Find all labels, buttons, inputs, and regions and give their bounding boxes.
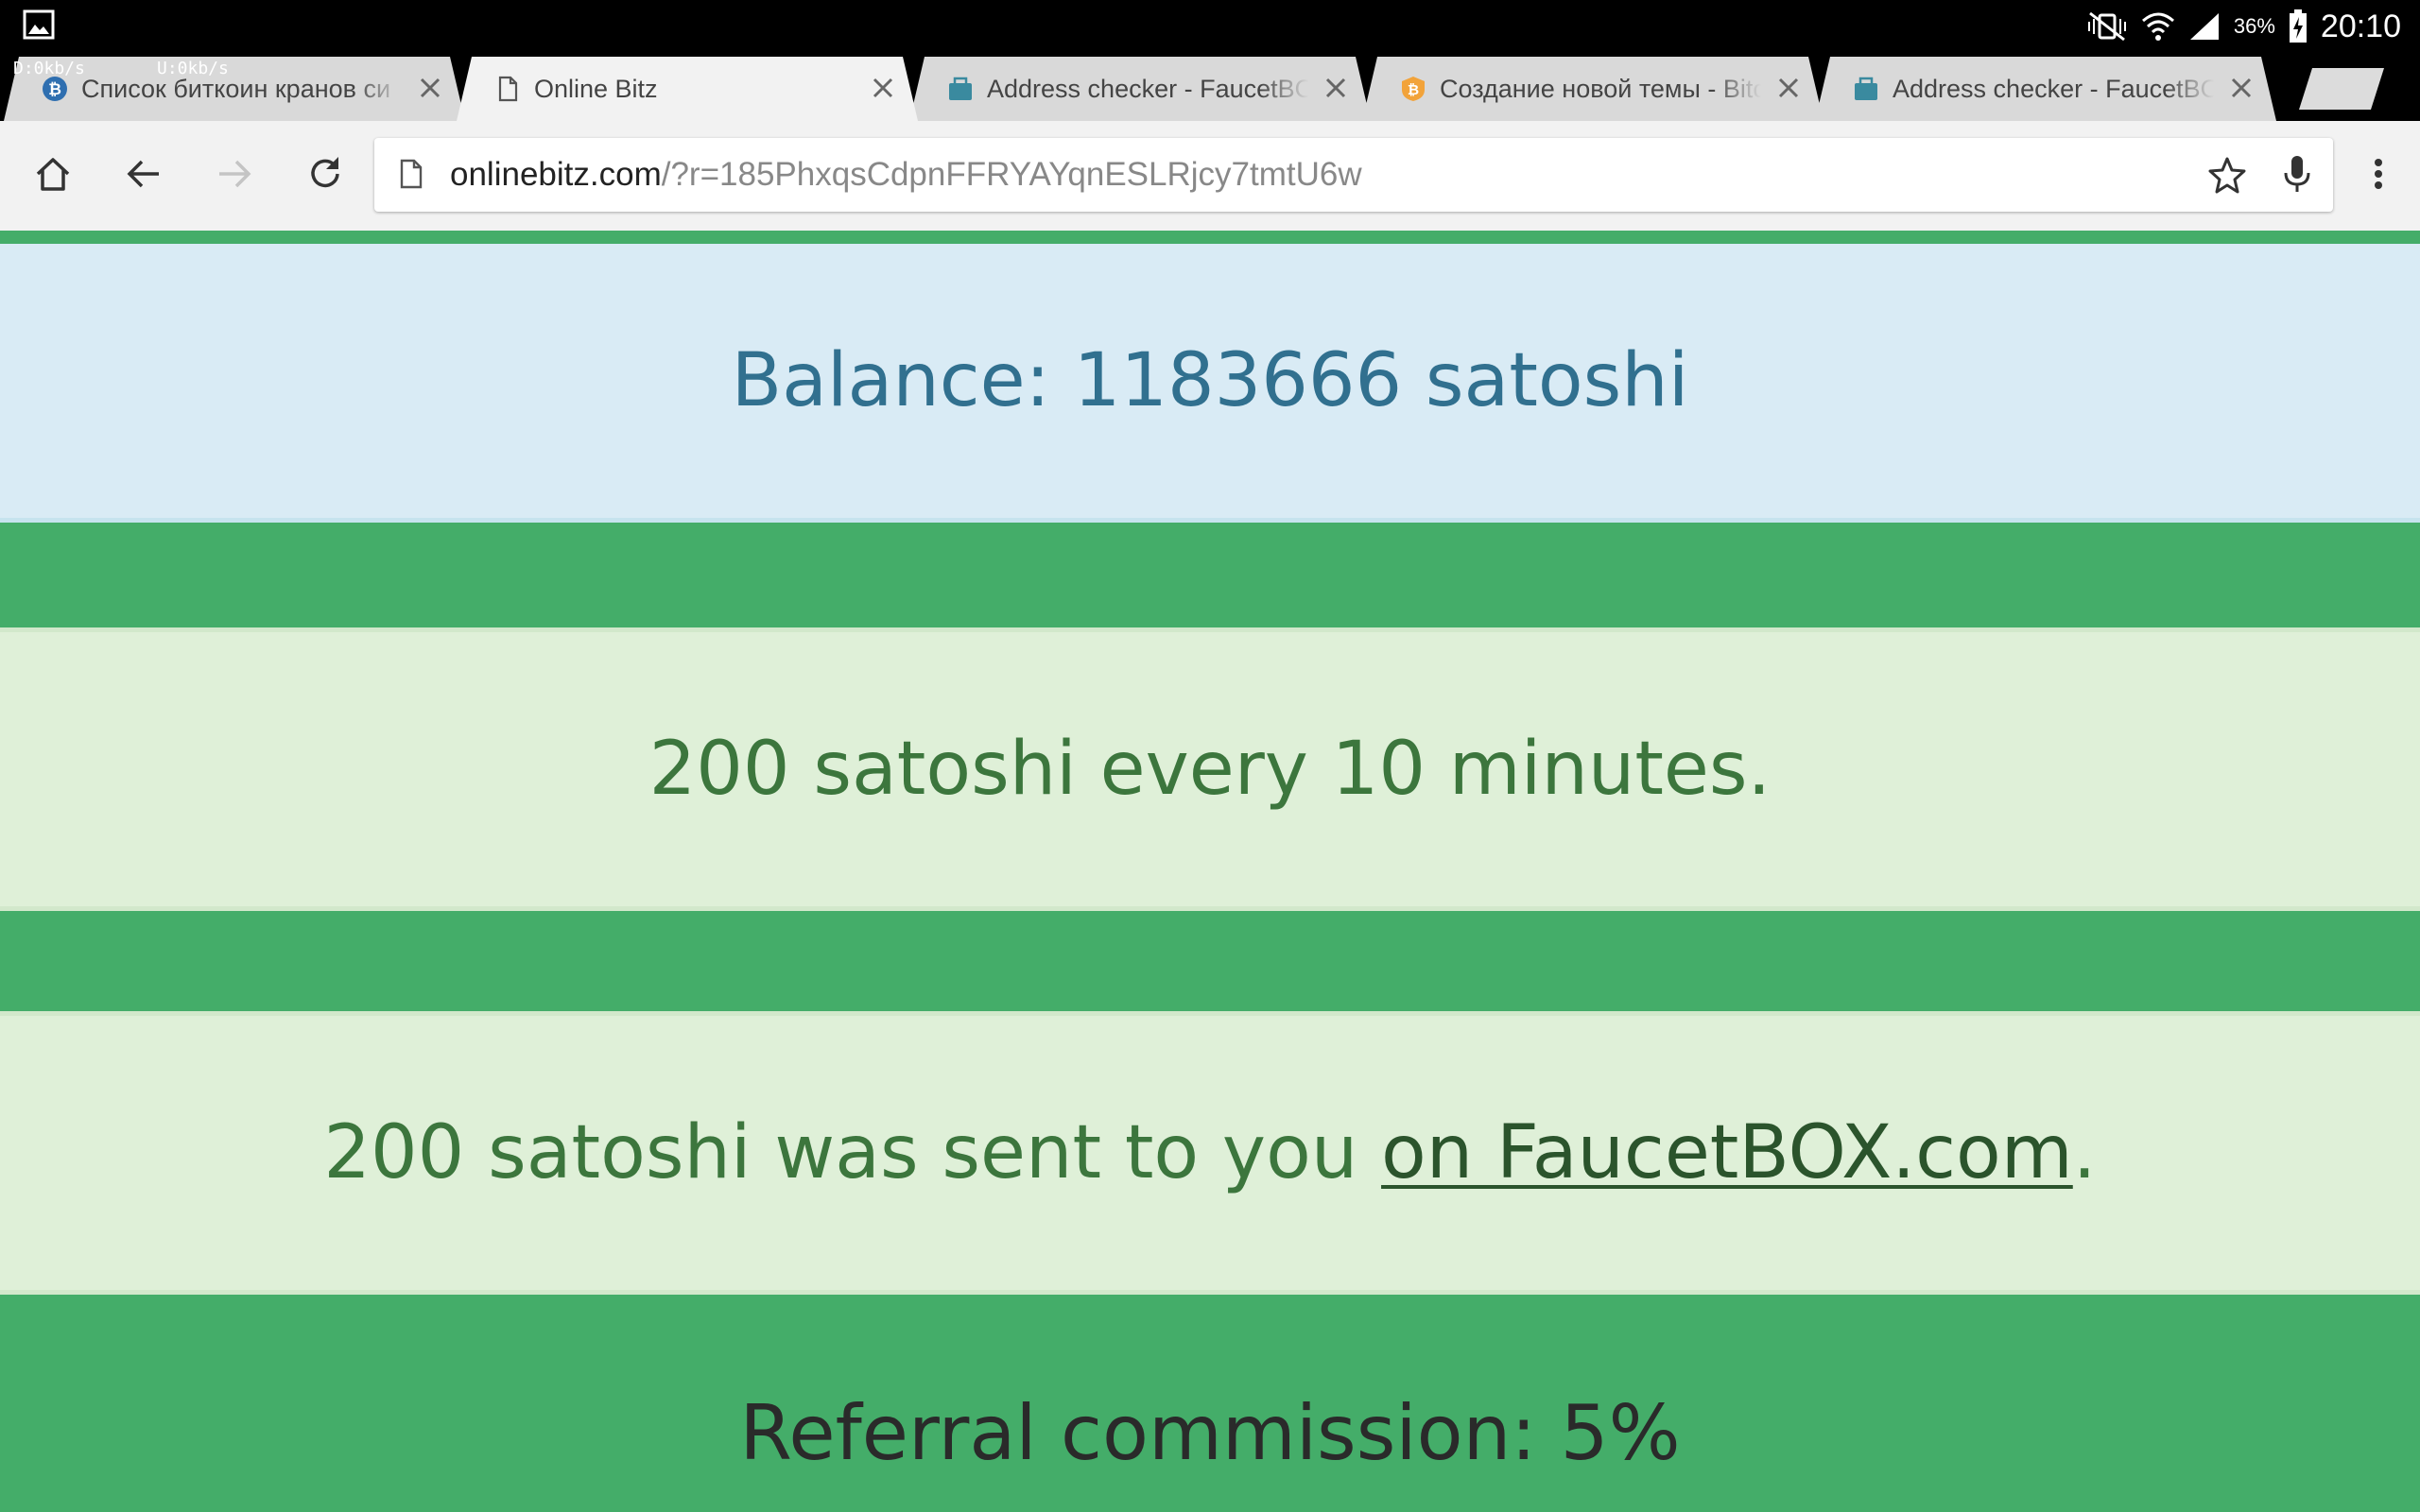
tab-strip: ₿ Список биткоин кранов си Online Bitz A…: [0, 53, 2420, 121]
tab-title: Address checker - FaucetBOX: [987, 74, 1308, 103]
sent-suffix: .: [2072, 1110, 2097, 1195]
wifi-icon: [2141, 12, 2174, 41]
page-icon: [400, 159, 423, 189]
bitcoin-blue-icon: ₿: [42, 76, 68, 102]
address-bar[interactable]: onlinebitz.com/?r=185PhxqsCdpnFFRYAYqnES…: [374, 138, 2333, 212]
reload-button[interactable]: [299, 147, 352, 200]
url-path: /?r=185PhxqsCdpnFFRYAYqnESLRjcy7tmtU6w: [661, 156, 1362, 193]
arrow-left-icon: [127, 160, 159, 188]
svg-text:₿: ₿: [1408, 81, 1419, 98]
gallery-notification-icon: [23, 9, 55, 40]
url-host: onlinebitz.com: [450, 156, 662, 193]
download-speed: D:0kb/s: [13, 59, 85, 78]
back-button[interactable]: [117, 147, 170, 200]
reload-icon: [311, 157, 339, 188]
vibrate-mute-icon: [2087, 11, 2126, 42]
microphone-icon[interactable]: [2276, 153, 2318, 195]
home-icon: [36, 158, 70, 191]
browser-toolbar: onlinebitz.com/?r=185PhxqsCdpnFFRYAYqnES…: [0, 121, 2420, 231]
clock: 20:10: [2320, 8, 2401, 44]
arrow-right-icon: [219, 160, 251, 188]
rate-alert: 200 satoshi every 10 minutes.: [0, 627, 2420, 911]
bitcoin-orange-icon: ₿: [1400, 76, 1426, 102]
faucetbox-icon: [947, 76, 974, 102]
bookmark-star-icon[interactable]: [2206, 154, 2248, 196]
new-tab-button[interactable]: [2299, 68, 2384, 110]
balance-alert: Balance: 1183666 satoshi: [0, 244, 2420, 523]
svg-text:₿: ₿: [48, 80, 61, 99]
signal-icon: [2189, 13, 2219, 40]
home-button[interactable]: [26, 147, 79, 200]
sent-prefix: 200 satoshi was sent to you: [323, 1110, 1382, 1195]
page-icon: [494, 76, 521, 102]
balance-text: Balance: 1183666 satoshi: [731, 338, 1689, 423]
rate-text: 200 satoshi every 10 minutes.: [648, 727, 1772, 812]
sent-alert: 200 satoshi was sent to you on FaucetBOX…: [0, 1011, 2420, 1295]
page-top-band: [0, 231, 2420, 244]
status-bar: 36% 20:10: [0, 0, 2420, 53]
tab-new-topic-bitcoin[interactable]: ₿ Создание новой темы - Bitcoin: [1362, 57, 1824, 121]
tab-online-bitz[interactable]: Online Bitz: [457, 57, 918, 121]
forward-button[interactable]: [208, 147, 261, 200]
tab-address-checker-1[interactable]: Address checker - FaucetBOX: [909, 57, 1371, 121]
tab-title: Address checker - FaucetBOX: [1893, 74, 2214, 103]
referral-commission-text: Referral commission: 5%: [739, 1389, 1681, 1477]
status-icons: 36% 20:10: [2086, 0, 2401, 53]
url-text[interactable]: onlinebitz.com/?r=185PhxqsCdpnFFRYAYqnES…: [450, 156, 1362, 194]
tab-address-checker-2[interactable]: Address checker - FaucetBOX: [1815, 57, 2276, 121]
battery-percent: 36%: [2233, 14, 2275, 38]
tab-title: Online Bitz: [534, 74, 658, 103]
tab-title: Создание новой темы - Bitcoin: [1440, 74, 1761, 103]
battery-charging-icon: [2289, 9, 2307, 43]
faucetbox-icon: [1853, 76, 1879, 102]
overflow-menu-icon[interactable]: [2360, 147, 2397, 200]
upload-speed: U:0kb/s: [157, 59, 229, 78]
close-tab-icon[interactable]: [869, 74, 897, 102]
close-tab-icon[interactable]: [1322, 74, 1350, 102]
close-tab-icon[interactable]: [1774, 74, 1803, 102]
close-tab-icon[interactable]: [416, 74, 444, 102]
faucetbox-link[interactable]: on FaucetBOX.com: [1381, 1110, 2073, 1195]
close-tab-icon[interactable]: [2227, 74, 2256, 102]
tab-title: Список биткоин кранов си: [81, 74, 391, 103]
